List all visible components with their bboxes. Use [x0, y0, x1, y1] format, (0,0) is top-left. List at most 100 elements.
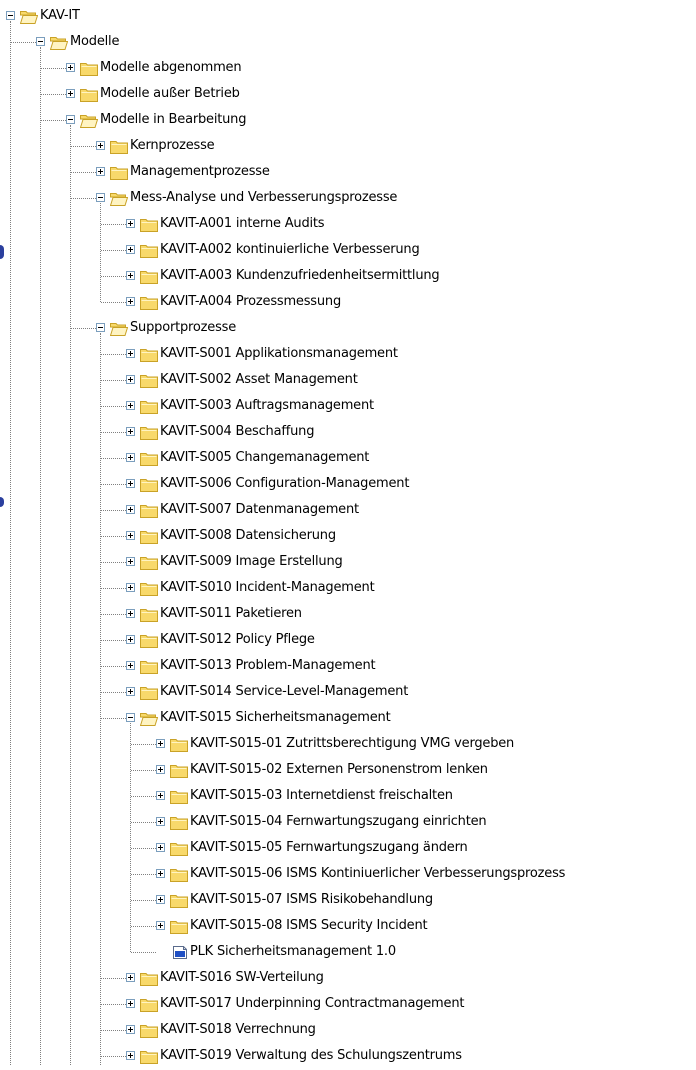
tree-item-label[interactable]: KAVIT-A004 Prozessmessung: [160, 293, 341, 311]
tree-item-label[interactable]: Modelle außer Betrieb: [100, 85, 240, 103]
tree-item-label[interactable]: KAVIT-S019 Verwaltung des Schulungszentr…: [160, 1047, 462, 1065]
folder-icon: [80, 61, 98, 76]
expand-plus-icon[interactable]: [126, 583, 135, 592]
expand-plus-icon[interactable]: [156, 921, 165, 930]
expand-plus-icon[interactable]: [126, 609, 135, 618]
tree-item-label[interactable]: Managementprozesse: [130, 163, 270, 181]
tree-connector-line: [101, 978, 126, 979]
tree-item-label[interactable]: KAVIT-S011 Paketieren: [160, 605, 302, 623]
tree-item-label[interactable]: KAVIT-S015-05 Fernwartungszugang ändern: [190, 839, 468, 857]
tree-item-label[interactable]: KAVIT-A002 kontinuierliche Verbesserung: [160, 241, 420, 259]
tree-item-label[interactable]: KAVIT-S004 Beschaffung: [160, 423, 314, 441]
collapse-minus-icon[interactable]: [126, 713, 135, 722]
expand-plus-icon[interactable]: [126, 505, 135, 514]
expand-plus-icon[interactable]: [126, 297, 135, 306]
expand-plus-icon[interactable]: [126, 479, 135, 488]
tree-item-label[interactable]: KAVIT-A003 Kundenzufriedenheitsermittlun…: [160, 267, 440, 285]
expand-plus-icon[interactable]: [96, 141, 105, 150]
expand-plus-icon[interactable]: [126, 999, 135, 1008]
expand-plus-icon[interactable]: [66, 89, 75, 98]
tree-item-label[interactable]: KAVIT-S017 Underpinning Contractmanageme…: [160, 995, 464, 1013]
tree-connector-line: [131, 822, 156, 823]
tree-connector-line: [101, 510, 126, 511]
expand-plus-icon[interactable]: [156, 739, 165, 748]
tree-item-label[interactable]: KAVIT-S015-04 Fernwartungszugang einrich…: [190, 813, 487, 831]
tree-item-label[interactable]: Kernprozesse: [130, 137, 215, 155]
tree-item-label[interactable]: KAVIT-S014 Service-Level-Management: [160, 683, 408, 701]
folder-icon: [170, 841, 188, 856]
tree-guide-line: [40, 47, 41, 1065]
expand-plus-icon[interactable]: [126, 427, 135, 436]
tree-item-label[interactable]: Supportprozesse: [130, 319, 236, 337]
tree-item-label[interactable]: KAVIT-S018 Verrechnung: [160, 1021, 316, 1039]
expand-plus-icon[interactable]: [126, 557, 135, 566]
expand-plus-icon[interactable]: [156, 765, 165, 774]
tree-connector-line: [101, 458, 126, 459]
tree-item-label[interactable]: Modelle: [70, 33, 119, 51]
tree-connector-line: [101, 536, 126, 537]
expand-plus-icon[interactable]: [126, 531, 135, 540]
tree-item-label[interactable]: KAVIT-S015-01 Zutrittsberechtigung VMG v…: [190, 735, 514, 753]
tree-item-label[interactable]: KAVIT-S015-03 Internetdienst freischalte…: [190, 787, 453, 805]
expand-plus-icon[interactable]: [126, 661, 135, 670]
folder-icon: [170, 789, 188, 804]
tree-item-label[interactable]: Mess-Analyse und Verbesserungsprozesse: [130, 189, 397, 207]
expand-plus-icon[interactable]: [156, 895, 165, 904]
expand-plus-icon[interactable]: [156, 817, 165, 826]
tree-connector-line: [131, 874, 156, 875]
tree-item-label[interactable]: PLK Sicherheitsmanagement 1.0: [190, 943, 396, 961]
expand-plus-icon[interactable]: [126, 973, 135, 982]
tree-connector-line: [101, 718, 126, 719]
expand-plus-icon[interactable]: [126, 635, 135, 644]
tree-item-label[interactable]: KAVIT-S012 Policy Pflege: [160, 631, 315, 649]
tree-item-label[interactable]: KAVIT-S016 SW-Verteilung: [160, 969, 324, 987]
expand-plus-icon[interactable]: [126, 401, 135, 410]
tree-item-label[interactable]: Modelle in Bearbeitung: [100, 111, 246, 129]
left-edge-marker: [0, 497, 4, 507]
expand-plus-icon[interactable]: [156, 843, 165, 852]
expand-plus-icon[interactable]: [126, 453, 135, 462]
folder-icon: [140, 529, 158, 544]
tree-item-label[interactable]: KAVIT-S015 Sicherheitsmanagement: [160, 709, 391, 727]
tree-connector-line: [71, 328, 96, 329]
tree-item-label[interactable]: KAVIT-S010 Incident-Management: [160, 579, 375, 597]
tree-item-label[interactable]: KAVIT-S003 Auftragsmanagement: [160, 397, 374, 415]
tree-item-label[interactable]: KAVIT-S006 Configuration-Management: [160, 475, 409, 493]
expand-plus-icon[interactable]: [126, 349, 135, 358]
tree-item-label[interactable]: KAVIT-S009 Image Erstellung: [160, 553, 343, 571]
tree-item-label[interactable]: KAVIT-S013 Problem-Management: [160, 657, 376, 675]
tree-item-label[interactable]: KAVIT-S015-08 ISMS Security Incident: [190, 917, 428, 935]
tree-guide-line: [10, 21, 11, 1065]
expand-plus-icon[interactable]: [126, 687, 135, 696]
expand-plus-icon[interactable]: [126, 219, 135, 228]
expand-plus-icon[interactable]: [96, 167, 105, 176]
tree-item-label[interactable]: KAVIT-S005 Changemanagement: [160, 449, 369, 467]
model-tree[interactable]: KAV-IT Modelle Modelle abgenommen Modelle a…: [0, 0, 696, 1065]
tree-item-label[interactable]: KAVIT-S008 Datensicherung: [160, 527, 336, 545]
tree-item-label[interactable]: KAVIT-S015-06 ISMS Kontiniuerlicher Verb…: [190, 865, 565, 883]
collapse-minus-icon[interactable]: [96, 323, 105, 332]
tree-item-label[interactable]: KAVIT-S015-02 Externen Personenstrom len…: [190, 761, 488, 779]
expand-plus-icon[interactable]: [126, 375, 135, 384]
tree-item-label[interactable]: KAVIT-A001 interne Audits: [160, 215, 325, 233]
tree-item-label[interactable]: Modelle abgenommen: [100, 59, 242, 77]
expand-plus-icon[interactable]: [126, 1025, 135, 1034]
tree-item-label[interactable]: KAVIT-S002 Asset Management: [160, 371, 358, 389]
expand-plus-icon[interactable]: [66, 63, 75, 72]
collapse-minus-icon[interactable]: [66, 115, 75, 124]
tree-connector-line: [41, 120, 66, 121]
tree-item-label[interactable]: KAVIT-S001 Applikationsmanagement: [160, 345, 398, 363]
expand-plus-icon[interactable]: [126, 271, 135, 280]
expand-plus-icon[interactable]: [126, 1051, 135, 1060]
tree-item-label[interactable]: KAVIT-S007 Datenmanagement: [160, 501, 359, 519]
collapse-minus-icon[interactable]: [6, 11, 15, 20]
expand-plus-icon[interactable]: [126, 245, 135, 254]
expand-plus-icon[interactable]: [156, 869, 165, 878]
tree-item-label[interactable]: KAVIT-S015-07 ISMS Risikobehandlung: [190, 891, 433, 909]
collapse-minus-icon[interactable]: [36, 37, 45, 46]
collapse-minus-icon[interactable]: [96, 193, 105, 202]
expand-plus-icon[interactable]: [156, 791, 165, 800]
folder-icon: [140, 503, 158, 518]
tree-item-label[interactable]: KAV-IT: [40, 7, 80, 25]
tree-connector-line: [101, 250, 126, 251]
